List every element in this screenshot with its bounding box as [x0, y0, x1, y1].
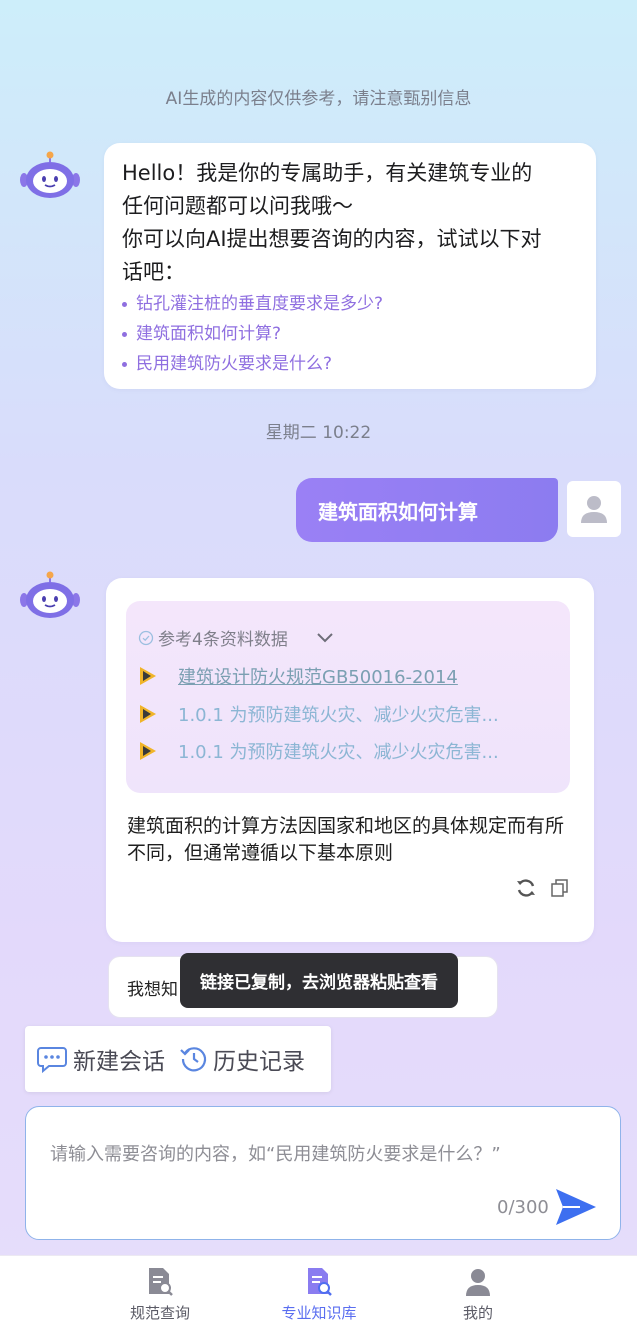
reference-title: 1.0.1 为预防建筑火灾、减少火灾危害... [178, 742, 499, 763]
bullet-icon [122, 331, 127, 337]
tab-label: 规范查询 [129, 1304, 190, 1322]
greeting-bubble: Hello！我是你的专属助手，有关建筑专业的 任何问题都可以问我哦～ 你可以向A… [104, 143, 596, 389]
greeting-line-3: 你可以向AI提出想要咨询的内容，试试以下对 [122, 227, 542, 251]
tab-label: 专业知识库 [281, 1304, 357, 1322]
tab-standards-search[interactable]: 规范查询 [100, 1266, 220, 1323]
answer-tools [515, 877, 571, 899]
history-label: 历史记录 [213, 1049, 305, 1075]
refresh-icon[interactable] [515, 877, 537, 899]
document-search-icon [149, 1268, 173, 1296]
send-icon [556, 1189, 596, 1225]
new-chat-label: 新建会话 [73, 1049, 165, 1075]
send-button[interactable] [554, 1187, 598, 1231]
user-icon [581, 496, 607, 523]
reference-item[interactable]: 1.0.1 为预防建筑火灾、减少火灾危害... [138, 701, 499, 727]
bullet-icon [122, 301, 127, 307]
suggestion-text: 钻孔灌注桩的垂直度要求是多少? [136, 294, 384, 314]
history-button[interactable]: 历史记录 [179, 1042, 305, 1076]
user-message-bubble: 建筑面积如何计算 [296, 478, 558, 542]
answer-text: 建筑面积的计算方法因国家和地区的具体规定而有所不同，但通常遵循以下基本原则 [127, 815, 565, 864]
knowledge-search-icon [308, 1268, 332, 1296]
copy-icon[interactable] [549, 877, 571, 899]
followup-text: 我想知 [127, 979, 178, 1000]
reference-title: 建筑设计防火规范GB50016-2014 [178, 667, 458, 688]
bullet-icon [122, 361, 127, 367]
chevron-down-icon[interactable] [316, 632, 334, 644]
suggestion-text: 建筑面积如何计算? [136, 324, 282, 344]
message-timestamp: 星期二 10:22 [265, 423, 372, 443]
reference-link[interactable]: 建筑设计防火规范GB50016-2014 [138, 663, 458, 689]
history-icon [180, 1047, 207, 1072]
profile-icon [466, 1269, 490, 1296]
references-count: 参考4条资料数据 [158, 630, 288, 650]
user-avatar [567, 481, 621, 537]
assistant-avatar-icon [18, 570, 82, 622]
char-counter: 0/300 [497, 1197, 549, 1218]
check-circle-icon [138, 630, 154, 645]
play-icon [140, 667, 156, 685]
copied-toast: 链接已复制，去浏览器粘贴查看 [180, 953, 458, 1008]
references-header[interactable]: 参考4条资料数据 [138, 625, 334, 650]
greeting-line-4: 话吧： [122, 260, 185, 284]
input-placeholder: 请输入需要咨询的内容，如“民用建筑防火要求是什么？” [50, 1144, 501, 1165]
question-input[interactable] [25, 1106, 621, 1240]
suggestion-item[interactable]: 钻孔灌注桩的垂直度要求是多少? [122, 289, 578, 319]
reference-title: 1.0.1 为预防建筑火灾、减少火灾危害... [178, 705, 499, 726]
play-icon [140, 705, 156, 723]
greeting-line-2: 任何问题都可以问我哦～ [122, 194, 353, 218]
reference-item[interactable]: 1.0.1 为预防建筑火灾、减少火灾危害... [138, 738, 499, 764]
greeting-line-1: Hello！我是你的专属助手，有关建筑专业的 [122, 161, 533, 185]
chat-actions: 新建会话 历史记录 [25, 1026, 331, 1092]
suggestion-text: 民用建筑防火要求是什么? [136, 354, 333, 374]
tab-profile[interactable]: 我的 [418, 1266, 538, 1323]
ai-disclaimer: AI生成的内容仅供参考，请注意甄别信息 [165, 89, 472, 109]
suggestion-item[interactable]: 民用建筑防火要求是什么? [122, 349, 578, 379]
assistant-avatar-icon [18, 150, 82, 202]
tab-knowledge-base[interactable]: 专业知识库 [259, 1266, 379, 1323]
new-chat-button[interactable]: 新建会话 [37, 1042, 165, 1076]
tab-label: 我的 [462, 1304, 493, 1322]
suggestion-item[interactable]: 建筑面积如何计算? [122, 319, 578, 349]
chat-bubble-icon [37, 1047, 67, 1074]
play-icon [140, 742, 156, 760]
